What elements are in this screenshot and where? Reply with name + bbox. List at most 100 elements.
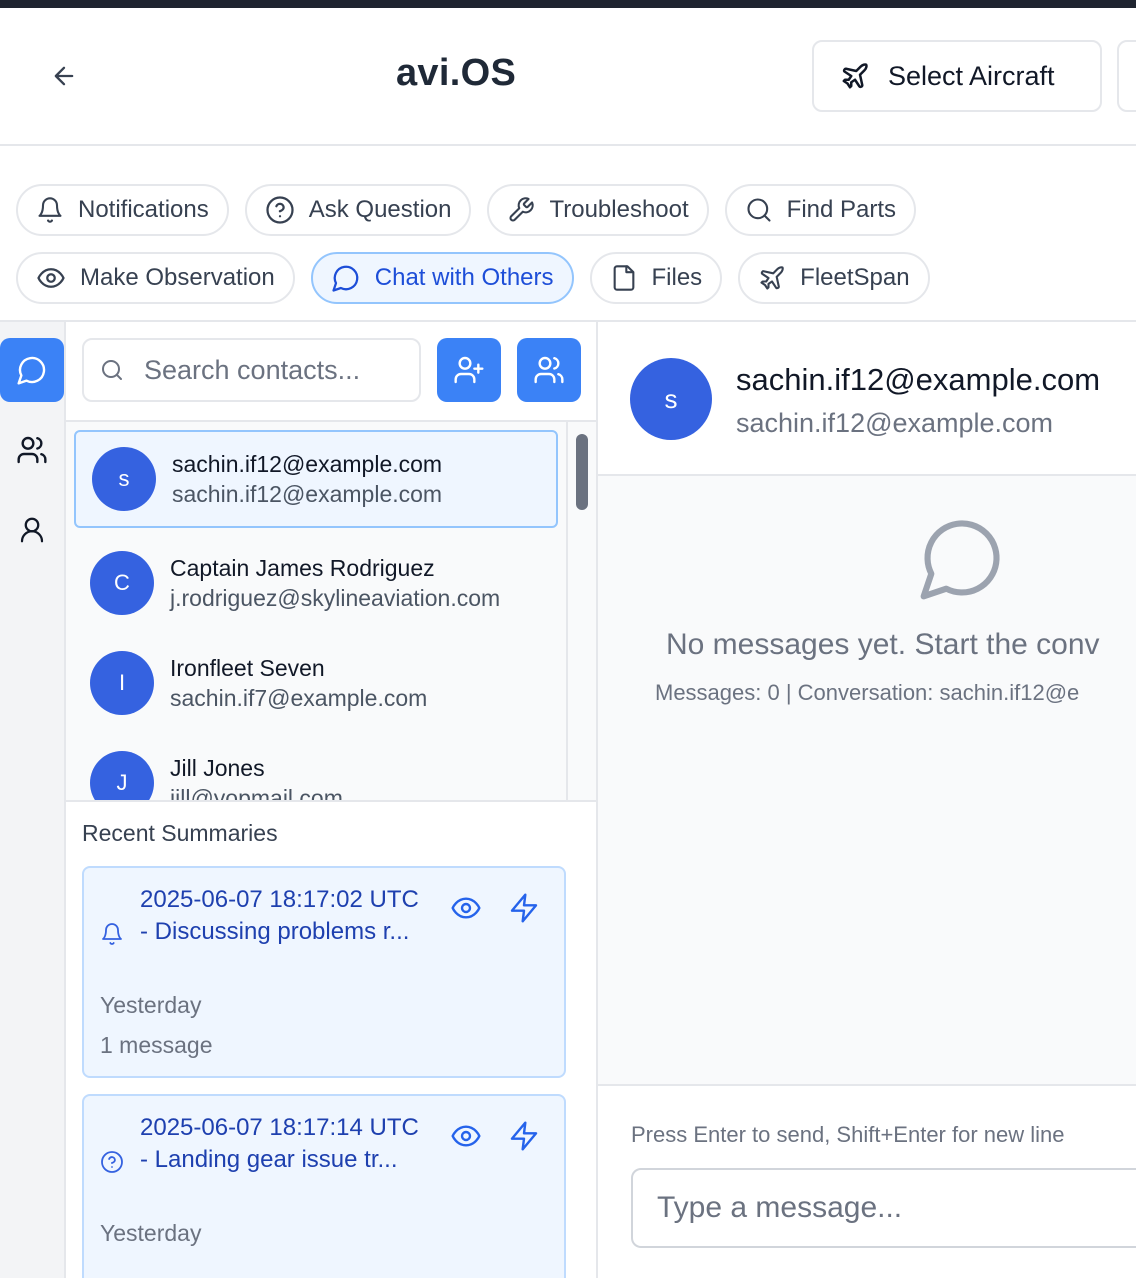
select-aircraft-label: Select Aircraft: [888, 60, 1055, 91]
new-group-button[interactable]: [517, 338, 581, 402]
notifications-chip[interactable]: Notifications: [16, 184, 229, 236]
chat-with-others-chip[interactable]: Chat with Others: [310, 252, 574, 304]
chip-label: Notifications: [78, 196, 209, 223]
app-window: avi.OS Select Aircraft Notifications Ask…: [0, 8, 1136, 1278]
chip-label: Ask Question: [308, 196, 452, 223]
composer-hint: Press Enter to send, Shift+Enter for new…: [631, 1122, 1065, 1147]
chat-icon: [332, 265, 359, 292]
chat-icon: [920, 520, 1000, 600]
fleetspan-chip[interactable]: FleetSpan: [738, 252, 930, 304]
troubleshoot-chip[interactable]: Troubleshoot: [487, 184, 709, 236]
contact-name: Captain James Rodriguez: [170, 555, 435, 581]
eye-icon[interactable]: [450, 892, 482, 924]
chip-label: Chat with Others: [374, 264, 554, 291]
search-box: [82, 338, 421, 402]
eye-icon[interactable]: [450, 1120, 482, 1152]
action-row-2: Make Observation Chat with Others Files …: [16, 252, 930, 304]
contact-name: sachin.if12@example.com: [172, 451, 443, 477]
chip-label: Files: [651, 264, 703, 291]
bell-icon: [38, 197, 62, 223]
avatar: J: [90, 751, 154, 800]
empty-state-text: No messages yet. Start the conv: [666, 628, 1100, 661]
contact-name: Ironfleet Seven: [170, 655, 325, 681]
rail-groups-button[interactable]: [0, 418, 64, 482]
action-row-1: Notifications Ask Question Troubleshoot …: [16, 184, 917, 236]
contacts-list: s sachin.if12@example.com sachin.if12@ex…: [66, 420, 596, 802]
rail-chats-button[interactable]: [0, 338, 64, 402]
bell-icon: [102, 923, 122, 945]
chat-contact-email: sachin.if12@example.com: [736, 408, 1054, 438]
summary-title: 2025-06-07 18:17:02 UTC - Discussing pro…: [140, 886, 419, 945]
avatar: C: [90, 551, 154, 615]
summary-date: Yesterday: [100, 992, 202, 1018]
side-rail: [0, 322, 66, 1278]
wrench-icon: [510, 197, 535, 222]
contacts-scrollbar[interactable]: [566, 422, 596, 800]
file-icon: [613, 265, 634, 291]
zap-icon[interactable]: [508, 1120, 540, 1152]
files-chip[interactable]: Files: [589, 252, 723, 304]
find-parts-chip[interactable]: Find Parts: [724, 184, 917, 236]
summary-actions: [450, 892, 540, 924]
search-icon: [102, 360, 122, 380]
scrollbar-thumb[interactable]: [576, 434, 588, 510]
help-circle-icon: [101, 1151, 123, 1173]
avatar: s: [92, 447, 156, 511]
chip-label: Find Parts: [786, 196, 897, 223]
avatar: s: [630, 358, 712, 440]
eye-icon: [37, 268, 65, 288]
message-input[interactable]: [657, 1191, 1136, 1225]
contact-email: j.rodriguez@skylineaviation.com: [170, 585, 501, 611]
summary-date: Yesterday: [100, 1220, 202, 1246]
chat-icon: [17, 356, 46, 385]
contact-item[interactable]: C Captain James Rodriguez j.rodriguez@sk…: [74, 534, 558, 632]
search-contacts-input[interactable]: [144, 354, 404, 386]
make-observation-chip[interactable]: Make Observation: [16, 252, 295, 304]
contacts-panel: s sachin.if12@example.com sachin.if12@ex…: [66, 322, 598, 1278]
message-input-box: [631, 1168, 1136, 1248]
summary-type: [100, 922, 124, 946]
chat-panel: s sachin.if12@example.com sachin.if12@ex…: [598, 322, 1136, 1278]
summary-actions: [450, 1120, 540, 1152]
chip-label: FleetSpan: [800, 264, 910, 291]
zap-icon[interactable]: [508, 892, 540, 924]
app-title: avi.OS: [396, 52, 517, 94]
contact-email: sachin.if12@example.com: [172, 481, 443, 507]
summary-title: 2025-06-07 18:17:14 UTC - Landing gear i…: [140, 1114, 419, 1173]
back-button[interactable]: [44, 56, 84, 96]
user-plus-icon: [454, 356, 484, 384]
users-icon: [17, 436, 47, 464]
recent-summaries-heading: Recent Summaries: [82, 820, 278, 846]
users-icon: [534, 356, 564, 384]
message-composer: Press Enter to send, Shift+Enter for new…: [598, 1084, 1136, 1278]
header-menu-button[interactable]: [1117, 40, 1136, 112]
plane-icon: [760, 266, 784, 290]
contact-item[interactable]: s sachin.if12@example.com sachin.if12@ex…: [74, 430, 558, 528]
summary-card[interactable]: 2025-06-07 18:17:14 UTC - Landing gear i…: [82, 1094, 566, 1278]
main-content: s sachin.if12@example.com sachin.if12@ex…: [0, 320, 1136, 1278]
select-aircraft-button[interactable]: Select Aircraft: [812, 40, 1102, 112]
contact-email: jill@yopmail.com: [170, 785, 343, 802]
summary-type: [100, 1150, 124, 1174]
arrow-left-icon: [54, 66, 74, 86]
plane-icon: [842, 63, 868, 89]
chip-label: Troubleshoot: [549, 196, 689, 223]
contact-item[interactable]: J Jill Jones jill@yopmail.com: [74, 734, 558, 802]
chat-header: s sachin.if12@example.com sachin.if12@ex…: [598, 322, 1136, 476]
user-icon: [20, 517, 44, 543]
conversation-meta: Messages: 0 | Conversation: sachin.if12@…: [655, 680, 1080, 705]
summary-card[interactable]: 2025-06-07 18:17:02 UTC - Discussing pro…: [82, 866, 566, 1078]
summary-count: 1 message: [100, 1032, 213, 1058]
empty-chat: [916, 512, 1008, 604]
help-circle-icon: [266, 196, 294, 224]
chat-contact-name: sachin.if12@example.com: [736, 362, 1101, 397]
contact-name: Jill Jones: [170, 755, 265, 781]
avatar: I: [90, 651, 154, 715]
search-icon: [747, 198, 771, 222]
ask-question-chip[interactable]: Ask Question: [244, 184, 472, 236]
contact-email: sachin.if7@example.com: [170, 685, 428, 711]
top-header: avi.OS Select Aircraft: [0, 8, 1136, 146]
rail-profile-button[interactable]: [0, 498, 64, 562]
add-contact-button[interactable]: [437, 338, 501, 402]
contact-item[interactable]: I Ironfleet Seven sachin.if7@example.com: [74, 634, 558, 732]
